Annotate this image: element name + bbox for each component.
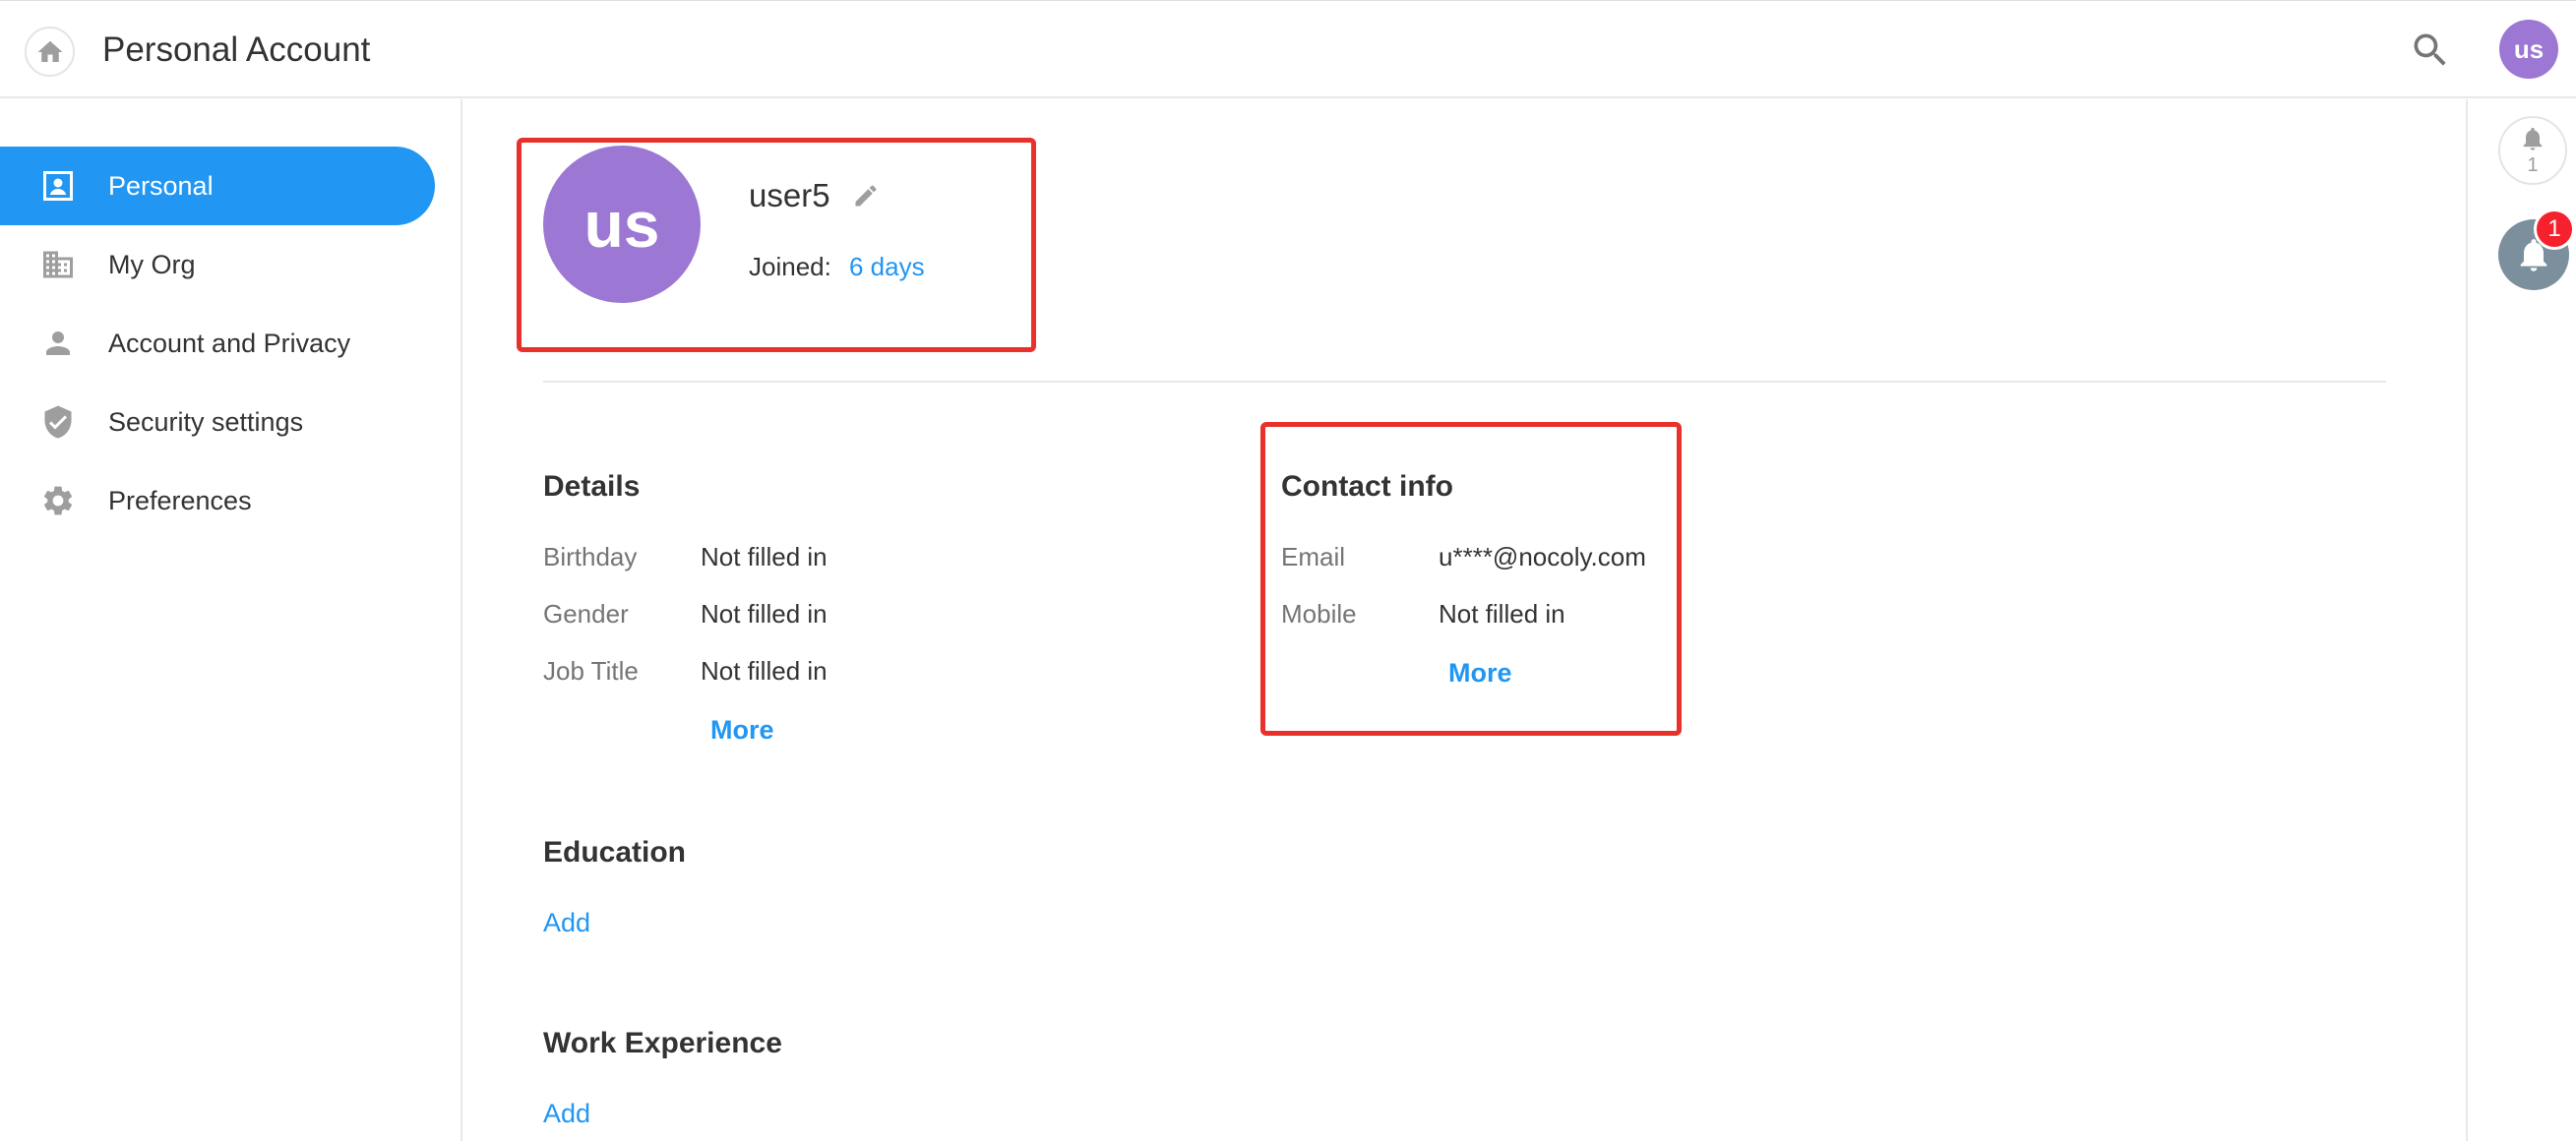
- person-icon: [46, 331, 70, 355]
- profile-avatar[interactable]: us: [543, 146, 701, 303]
- birthday-label: Birthday: [543, 542, 638, 571]
- education-add-link[interactable]: Add: [543, 908, 590, 938]
- search-icon: [2414, 33, 2446, 66]
- sidebar-item-label: Preferences: [108, 485, 252, 515]
- profile-card-icon: [43, 171, 73, 201]
- search-button[interactable]: [2409, 29, 2452, 72]
- birthday-value: Not filled in: [701, 542, 828, 571]
- sidebar-item-account-privacy[interactable]: Account and Privacy: [0, 304, 435, 383]
- joined-label: Joined:: [749, 252, 831, 281]
- gender-label: Gender: [543, 599, 629, 629]
- contact-info-title: Contact info: [1281, 470, 1453, 503]
- sidebar-item-label: Account and Privacy: [108, 328, 351, 358]
- email-label: Email: [1281, 542, 1346, 571]
- bell-button[interactable]: 1: [2498, 116, 2567, 185]
- bell-icon: [2523, 127, 2543, 150]
- mobile-value: Not filled in: [1439, 599, 1565, 629]
- gear-icon: [43, 486, 73, 515]
- username: user5: [749, 177, 830, 213]
- details-title: Details: [543, 470, 641, 503]
- work-experience-add-link[interactable]: Add: [543, 1099, 590, 1129]
- work-experience-title: Work Experience: [543, 1027, 782, 1059]
- section-divider: [543, 381, 2386, 383]
- job-title-value: Not filled in: [701, 656, 828, 686]
- sidebar-item-preferences[interactable]: Preferences: [0, 461, 435, 540]
- sidebar-item-personal[interactable]: Personal: [0, 147, 435, 225]
- page-title: Personal Account: [102, 30, 371, 69]
- shield-icon: [44, 405, 72, 439]
- mobile-label: Mobile: [1281, 599, 1357, 629]
- gender-value: Not filled in: [701, 599, 828, 629]
- right-rail: 1: [2466, 99, 2576, 1141]
- education-title: Education: [543, 836, 687, 869]
- sidebar-item-security[interactable]: Security settings: [0, 383, 435, 461]
- user-avatar[interactable]: us: [2499, 20, 2558, 79]
- joined-value: 6 days: [849, 252, 925, 281]
- building-icon: [43, 251, 73, 278]
- sidebar-item-label: My Org: [108, 249, 196, 279]
- edit-icon[interactable]: [852, 182, 880, 210]
- job-title-label: Job Title: [543, 656, 639, 686]
- details-more-link[interactable]: More: [710, 715, 774, 746]
- home-icon: [37, 40, 62, 62]
- sidebar-item-my-org[interactable]: My Org: [0, 225, 435, 304]
- sidebar-item-label: Security settings: [108, 406, 304, 437]
- top-header: Personal Account us: [0, 0, 2576, 98]
- notification-badge: 1: [2534, 209, 2575, 250]
- home-button[interactable]: [25, 27, 75, 77]
- sidebar: Personal My Org Account and Privacy Secu…: [0, 99, 462, 1141]
- contact-more-link[interactable]: More: [1448, 658, 1512, 689]
- email-value: u****@nocoly.com: [1439, 542, 1646, 571]
- sidebar-item-label: Personal: [108, 170, 214, 201]
- highlight-box-contact: [1260, 422, 1682, 736]
- bell-count: 1: [2527, 153, 2539, 176]
